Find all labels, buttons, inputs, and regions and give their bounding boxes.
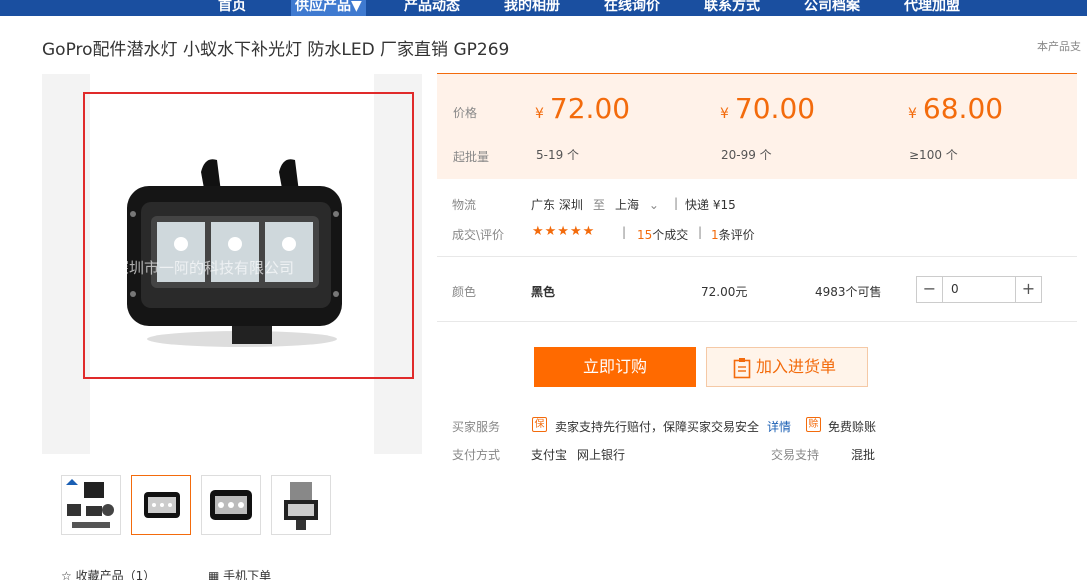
- nav-item-news[interactable]: 产品动态: [404, 0, 460, 16]
- guarantee-text: 卖家支持先行赔付，保障买家交易安全: [555, 420, 760, 434]
- product-title: GoPro配件潜水灯 小蚁水下补光灯 防水LED 厂家直销 GP269: [42, 40, 510, 60]
- credit-icon: 赊: [806, 417, 821, 432]
- price-tier-2: ¥70.00: [720, 92, 815, 125]
- decrease-button[interactable]: −: [917, 277, 943, 302]
- nav-item-agency[interactable]: 代理加盟: [904, 0, 960, 16]
- qty-tier-3: ≥100 个: [909, 148, 958, 162]
- qty-tier-1: 5-19 个: [536, 148, 580, 162]
- nav-item-products[interactable]: 供应产品▼: [291, 0, 366, 16]
- deal-count[interactable]: 15个成交: [637, 226, 688, 243]
- deal-count-value: 15: [637, 228, 653, 242]
- free-credit-text: 免费赊账: [828, 420, 877, 434]
- currency-symbol: ¥: [535, 106, 544, 122]
- currency-symbol: ¥: [908, 106, 917, 122]
- side-note: 本产品支: [1037, 40, 1081, 53]
- add-to-cart-label: 加入进货单: [756, 357, 837, 376]
- thumbnail-2[interactable]: [131, 475, 191, 535]
- separator: |: [622, 225, 627, 239]
- divider: [437, 321, 1077, 322]
- min-qty-label: 起批量: [453, 150, 490, 164]
- payment-label: 支付方式: [452, 448, 501, 462]
- favorite-product[interactable]: ☆ 收藏产品（1）: [61, 567, 155, 580]
- thumbnail-3[interactable]: [201, 475, 261, 535]
- caret-down-icon: ▼: [351, 0, 362, 14]
- payment-method-bank: 网上银行: [577, 448, 626, 462]
- ship-from: 广东 深圳: [531, 198, 583, 212]
- quantity-input[interactable]: 0: [951, 282, 959, 296]
- logistics-label: 物流: [452, 198, 477, 212]
- clipboard-icon: [733, 358, 751, 379]
- mobile-order[interactable]: ▦ 手机下单: [208, 567, 271, 580]
- price-tier-2-value: 70.00: [734, 92, 816, 125]
- ship-to-value: 上海: [615, 198, 640, 212]
- variant-stock: 4983个可售: [815, 285, 882, 299]
- variant-name: 黑色: [531, 285, 556, 299]
- deals-label: 成交\评价: [452, 228, 505, 242]
- mobile-order-label: 手机下单: [223, 569, 272, 580]
- thumbnail-4-image: [284, 482, 318, 530]
- express-fee: 快递 ¥15: [685, 198, 736, 212]
- chevron-down-icon: ⌄: [648, 198, 659, 212]
- trade-support-value: 混批: [851, 448, 876, 462]
- trade-support-label: 交易支持: [771, 448, 820, 462]
- services-label: 买家服务: [452, 420, 501, 434]
- color-label: 颜色: [452, 285, 477, 299]
- review-count-value: 1: [711, 228, 719, 242]
- price-box: 价格 起批量 ¥72.00 ¥70.00 ¥68.00 5-19 个 20-99…: [437, 73, 1077, 179]
- add-to-cart-button[interactable]: 加入进货单: [706, 347, 868, 387]
- thumbnail-4[interactable]: [271, 475, 331, 535]
- divider: [437, 256, 1077, 257]
- nav-item-inquiry[interactable]: 在线询价: [604, 0, 660, 16]
- deal-count-suffix: 个成交: [652, 228, 689, 242]
- thumbnail-1-image: [66, 479, 114, 528]
- rating-stars-icon: ★★★★★: [532, 224, 596, 239]
- guarantee-icon: 保: [532, 417, 547, 432]
- star-outline-icon: ☆: [61, 569, 72, 580]
- price-tier-3-value: 68.00: [922, 92, 1004, 125]
- review-count[interactable]: 1条评价: [711, 226, 755, 243]
- price-tier-1-value: 72.00: [549, 92, 631, 125]
- qr-code-icon: ▦: [208, 569, 220, 580]
- main-product-image[interactable]: 深圳市一阿的科技有限公司: [42, 74, 422, 454]
- variant-price: 72.00元: [701, 285, 748, 299]
- ship-to-select[interactable]: 上海 ⌄: [615, 196, 659, 213]
- payment-method-alipay: 支付宝: [531, 448, 568, 462]
- favorite-label: 收藏产品（1）: [75, 569, 156, 580]
- qty-tier-2: 20-99 个: [721, 148, 772, 162]
- highlight-frame: [83, 92, 414, 379]
- increase-button[interactable]: +: [1015, 277, 1041, 302]
- buy-now-button[interactable]: 立即订购: [534, 347, 696, 387]
- thumbnail-1[interactable]: [61, 475, 121, 535]
- currency-symbol: ¥: [720, 106, 729, 122]
- nav-item-contact[interactable]: 联系方式: [704, 0, 760, 16]
- nav-item-profile[interactable]: 公司档案: [804, 0, 860, 16]
- nav-item-album[interactable]: 我的相册: [504, 0, 560, 16]
- separator: |: [674, 196, 679, 210]
- price-label: 价格: [453, 106, 478, 120]
- top-nav: 首页 供应产品▼ 产品动态 我的相册 在线询价 联系方式 公司档案 代理加盟: [0, 0, 1087, 16]
- quantity-stepper: − 0 +: [916, 276, 1042, 303]
- guarantee-detail-link[interactable]: 详情: [767, 418, 791, 435]
- separator: |: [698, 225, 703, 239]
- thumbnail-2-image: [144, 492, 180, 518]
- nav-item-home[interactable]: 首页: [218, 0, 246, 16]
- price-tier-1: ¥72.00: [535, 92, 630, 125]
- review-count-suffix: 条评价: [718, 228, 755, 242]
- price-tier-3: ¥68.00: [908, 92, 1003, 125]
- thumbnail-3-image: [210, 490, 252, 520]
- nav-item-products-label: 供应产品: [295, 0, 351, 14]
- ship-to-word: 至: [593, 198, 606, 212]
